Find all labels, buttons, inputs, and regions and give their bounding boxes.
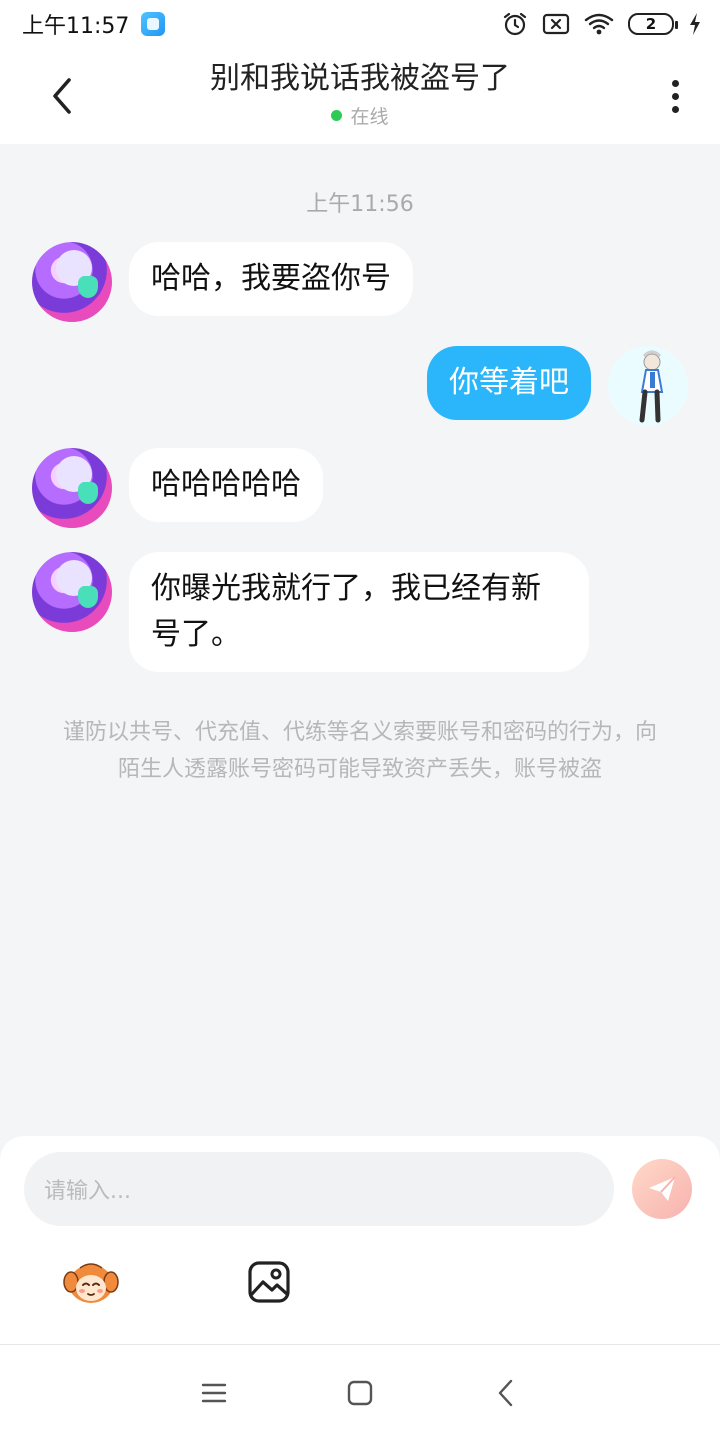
chat-header: 别和我说话我被盗号了 在线 bbox=[0, 48, 720, 144]
status-right: 2 bbox=[502, 11, 702, 37]
message-row-other: 你曝光我就行了，我已经有新号了。 bbox=[32, 552, 589, 672]
alarm-icon bbox=[503, 12, 527, 36]
status-bar: 上午11:57 2 bbox=[0, 0, 720, 48]
nav-menu-button[interactable] bbox=[196, 1375, 232, 1411]
app-icon bbox=[141, 12, 166, 36]
self-avatar[interactable] bbox=[608, 346, 688, 426]
chat-area[interactable]: 上午11:56 哈哈，我要盗你号 你等着吧 哈哈哈哈哈 你曝光我就行了，我已经有… bbox=[0, 144, 720, 1136]
charging-icon bbox=[690, 13, 700, 35]
wifi-icon bbox=[584, 13, 614, 35]
nav-home-button[interactable] bbox=[342, 1375, 378, 1411]
chevron-left-icon bbox=[53, 78, 71, 114]
message-bubble[interactable]: 哈哈哈哈哈 bbox=[129, 448, 323, 522]
send-button[interactable] bbox=[632, 1159, 692, 1219]
menu-icon bbox=[201, 1383, 227, 1402]
character-figure-icon bbox=[639, 350, 664, 423]
online-status: 在线 bbox=[120, 102, 600, 129]
sticker-icon bbox=[63, 1263, 119, 1303]
image-icon bbox=[248, 1261, 290, 1303]
message-row-self: 你等着吧 bbox=[427, 346, 688, 426]
chat-title: 别和我说话我被盗号了 bbox=[210, 61, 510, 96]
contact-avatar[interactable] bbox=[32, 552, 112, 632]
system-nav-bar bbox=[0, 1344, 720, 1440]
title-block: 别和我说话我被盗号了 在线 bbox=[120, 58, 600, 129]
more-dot-icon bbox=[671, 79, 679, 87]
battery-level: 2 bbox=[645, 15, 657, 33]
more-button[interactable] bbox=[660, 74, 690, 118]
sticker-button[interactable] bbox=[62, 1258, 120, 1306]
home-square-icon bbox=[347, 1380, 373, 1405]
online-status-text: 在线 bbox=[350, 106, 389, 128]
image-button[interactable] bbox=[247, 1260, 291, 1304]
contact-avatar[interactable] bbox=[32, 242, 112, 322]
battery-icon: 2 bbox=[628, 13, 678, 35]
message-timestamp: 上午11:56 bbox=[306, 192, 414, 217]
message-input[interactable]: 请输入... bbox=[24, 1152, 614, 1226]
online-dot-icon bbox=[331, 110, 343, 121]
more-dot-icon bbox=[671, 105, 679, 113]
back-button[interactable] bbox=[40, 72, 84, 120]
back-triangle-icon bbox=[498, 1379, 513, 1406]
input-panel: 请输入... bbox=[0, 1136, 720, 1344]
message-row-other: 哈哈，我要盗你号 bbox=[32, 242, 413, 322]
send-icon bbox=[649, 1176, 676, 1201]
nav-back-button[interactable] bbox=[488, 1375, 524, 1411]
message-bubble[interactable]: 哈哈，我要盗你号 bbox=[129, 242, 413, 316]
message-input-placeholder: 请输入... bbox=[44, 1179, 131, 1204]
contact-avatar[interactable] bbox=[32, 448, 112, 528]
status-time: 上午11:57 bbox=[22, 14, 130, 39]
status-left: 上午11:57 bbox=[22, 8, 166, 40]
message-bubble-self[interactable]: 你等着吧 bbox=[427, 346, 591, 420]
more-dot-icon bbox=[671, 92, 679, 100]
message-bubble[interactable]: 你曝光我就行了，我已经有新号了。 bbox=[129, 552, 589, 672]
security-notice: 谨防以共号、代充值、代练等名义索要账号和密码的行为，向陌生人透露账号密码可能导致… bbox=[62, 720, 657, 782]
no-sim-icon bbox=[542, 13, 570, 35]
message-row-other: 哈哈哈哈哈 bbox=[32, 448, 323, 528]
